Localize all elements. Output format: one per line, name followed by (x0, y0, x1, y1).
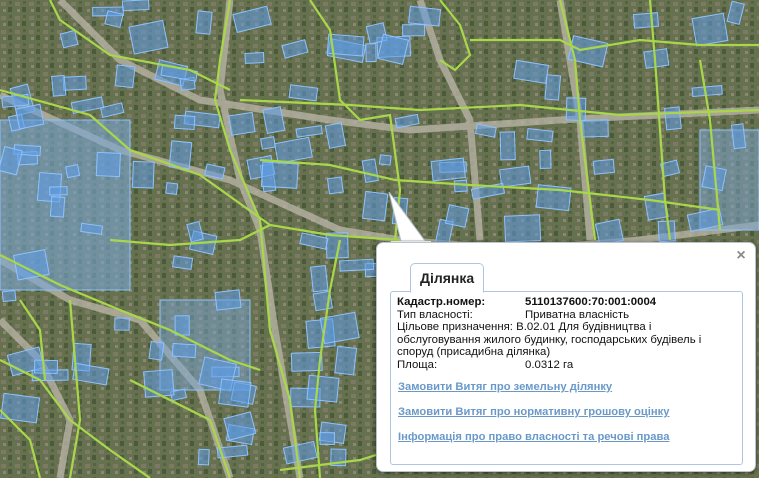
parcel[interactable] (262, 106, 286, 135)
parcel[interactable] (195, 10, 213, 35)
popup-pointer (388, 191, 431, 250)
parcel[interactable] (0, 392, 41, 424)
tab-parcel[interactable]: Ділянка (410, 263, 485, 293)
cadastral-number-label: Кадастр.номер: (397, 296, 486, 308)
parcel[interactable] (49, 196, 66, 218)
area-row: Площа: 0.0312 га (397, 359, 737, 372)
parcel[interactable] (691, 85, 723, 98)
parcel[interactable] (218, 378, 252, 408)
parcel[interactable] (290, 351, 323, 372)
parcel[interactable] (453, 179, 468, 193)
parcel[interactable] (430, 157, 466, 182)
close-icon[interactable]: × (734, 248, 748, 264)
area-label: Площа: (397, 358, 438, 371)
parcel[interactable] (730, 123, 747, 150)
parcel[interactable] (544, 74, 562, 101)
cadastral-number-value: 5110137600:70:001:0004 (525, 296, 657, 308)
purpose-row: Цільове призначення: В.02.01 Для будівни… (397, 321, 737, 359)
parcel[interactable] (632, 12, 660, 29)
parcel[interactable] (228, 111, 256, 136)
ownership-type-value: Приватна власність (525, 308, 630, 321)
parcel[interactable] (165, 182, 179, 195)
parcel[interactable] (310, 265, 329, 293)
parcel[interactable] (499, 131, 516, 161)
parcel[interactable] (214, 289, 242, 311)
parcel[interactable] (657, 220, 676, 243)
parcel[interactable] (143, 369, 175, 398)
parcel[interactable] (15, 103, 45, 130)
parcel[interactable] (171, 342, 197, 359)
parcel-info-popup: × Ділянка Кадастр.номер: 5110137600:70:00… (376, 242, 756, 472)
parcel[interactable] (174, 315, 190, 336)
parcel[interactable] (592, 158, 616, 175)
parcel[interactable] (148, 340, 165, 361)
order-valuation-extract-link[interactable]: Замовити Витяг про нормативну грошову оц… (398, 406, 669, 418)
attribute-list: Кадастр.номер: 5110137600:70:001:0004 Тип… (397, 296, 737, 371)
parcel[interactable] (114, 317, 130, 331)
parcel[interactable] (691, 12, 729, 47)
ownership-type-row: Тип власності: Приватна власність (397, 309, 737, 322)
parcel[interactable] (49, 186, 68, 196)
parcel[interactable] (114, 64, 136, 89)
ownership-type-label: Тип власності: (397, 308, 473, 321)
parcel[interactable] (319, 432, 335, 445)
parcel[interactable] (51, 74, 67, 97)
parcel[interactable] (33, 359, 59, 374)
parcel[interactable] (260, 136, 276, 150)
parcel[interactable] (365, 43, 377, 63)
order-parcel-extract-link[interactable]: Замовити Витяг про земельну ділянку (398, 381, 612, 393)
parcel[interactable] (62, 75, 87, 91)
parcel[interactable] (539, 149, 552, 169)
parcel[interactable] (444, 204, 470, 228)
parcel[interactable] (339, 258, 375, 272)
parcel[interactable] (334, 345, 358, 376)
parcel[interactable] (121, 0, 150, 12)
parcel[interactable] (260, 161, 299, 189)
parcel[interactable] (197, 448, 210, 466)
parcel[interactable] (65, 164, 81, 179)
parcel[interactable] (408, 5, 442, 27)
purpose-label: Цільове призначення: (397, 321, 513, 333)
parcel[interactable] (306, 374, 340, 403)
parcel[interactable] (378, 154, 392, 166)
parcel[interactable] (288, 84, 319, 102)
parcel[interactable] (503, 214, 542, 243)
parcel[interactable] (663, 106, 682, 131)
parcel[interactable] (526, 127, 554, 143)
parcel[interactable] (59, 29, 79, 49)
parcel[interactable] (172, 255, 194, 271)
parcel[interactable] (244, 52, 265, 64)
parcel[interactable] (1, 290, 17, 303)
parcel[interactable] (402, 24, 426, 37)
parcel-details-panel: Кадастр.номер: 5110137600:70:001:0004 Тип… (390, 291, 743, 465)
area-value: 0.0312 га (525, 358, 574, 371)
ownership-info-link[interactable]: Інформація про право власності та речові… (398, 431, 669, 443)
parcel[interactable] (173, 114, 196, 131)
parcel[interactable] (499, 165, 532, 188)
parcel[interactable] (581, 119, 609, 138)
parcel[interactable] (326, 176, 344, 195)
parcel[interactable] (131, 160, 155, 189)
cadastral-number-row: Кадастр.номер: 5110137600:70:001:0004 (397, 296, 737, 309)
parcel[interactable] (95, 151, 121, 178)
parcel[interactable] (377, 33, 410, 65)
